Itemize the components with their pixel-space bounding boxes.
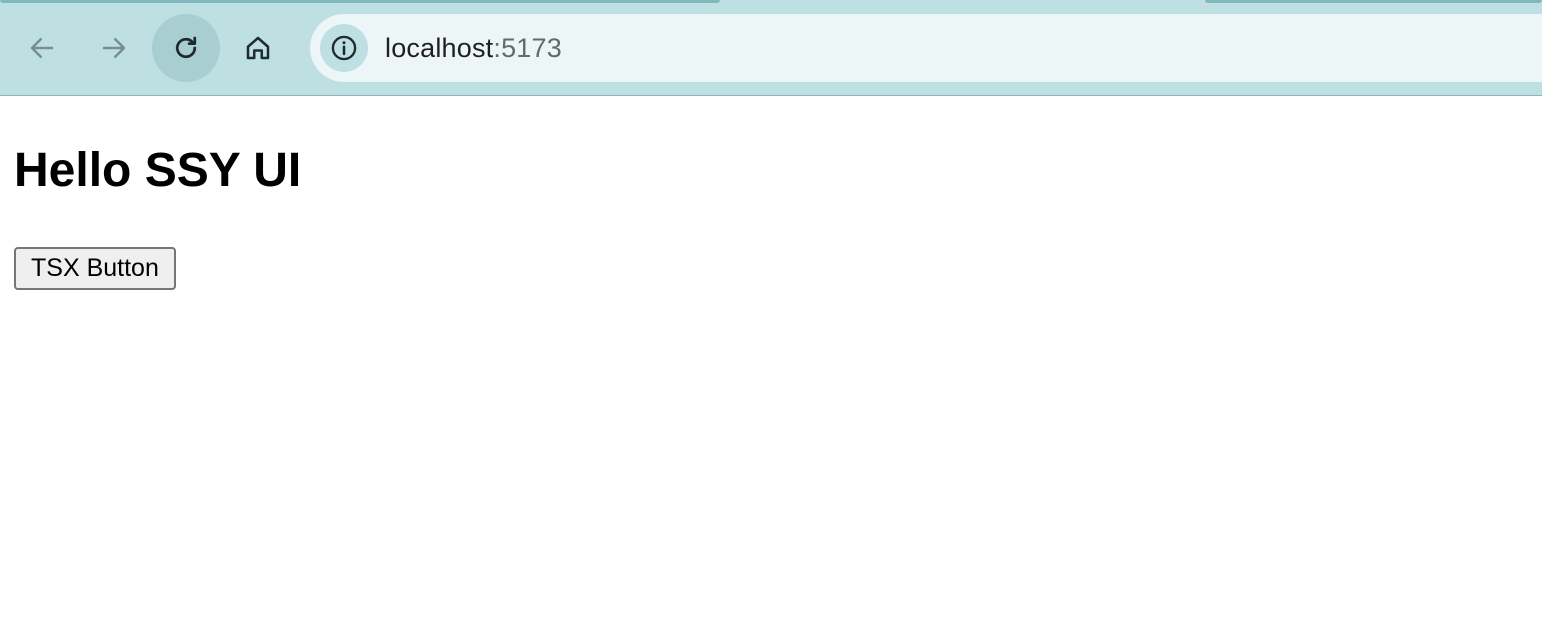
back-arrow-icon	[30, 38, 54, 58]
tab-strip-edge	[1205, 0, 1542, 3]
site-info-button[interactable]	[320, 24, 368, 72]
forward-button[interactable]	[80, 14, 148, 82]
back-button[interactable]	[8, 14, 76, 82]
home-icon	[246, 36, 270, 60]
reload-button[interactable]	[152, 14, 220, 82]
page-title: Hello SSY UI	[14, 144, 302, 197]
address-bar[interactable]: localhost:5173	[310, 14, 1542, 82]
url-text[interactable]: localhost:5173	[385, 33, 562, 64]
forward-arrow-icon	[102, 38, 126, 58]
url-host: localhost	[385, 32, 494, 63]
tsx-button[interactable]: TSX Button	[14, 247, 176, 290]
tab-strip-edge	[0, 0, 720, 3]
home-button[interactable]	[224, 14, 292, 82]
reload-icon	[175, 36, 197, 59]
url-port: :5173	[493, 32, 562, 63]
page-content: Hello SSY UI TSX Button	[0, 97, 1542, 636]
info-icon	[331, 35, 357, 61]
browser-toolbar: localhost:5173	[0, 0, 1542, 96]
